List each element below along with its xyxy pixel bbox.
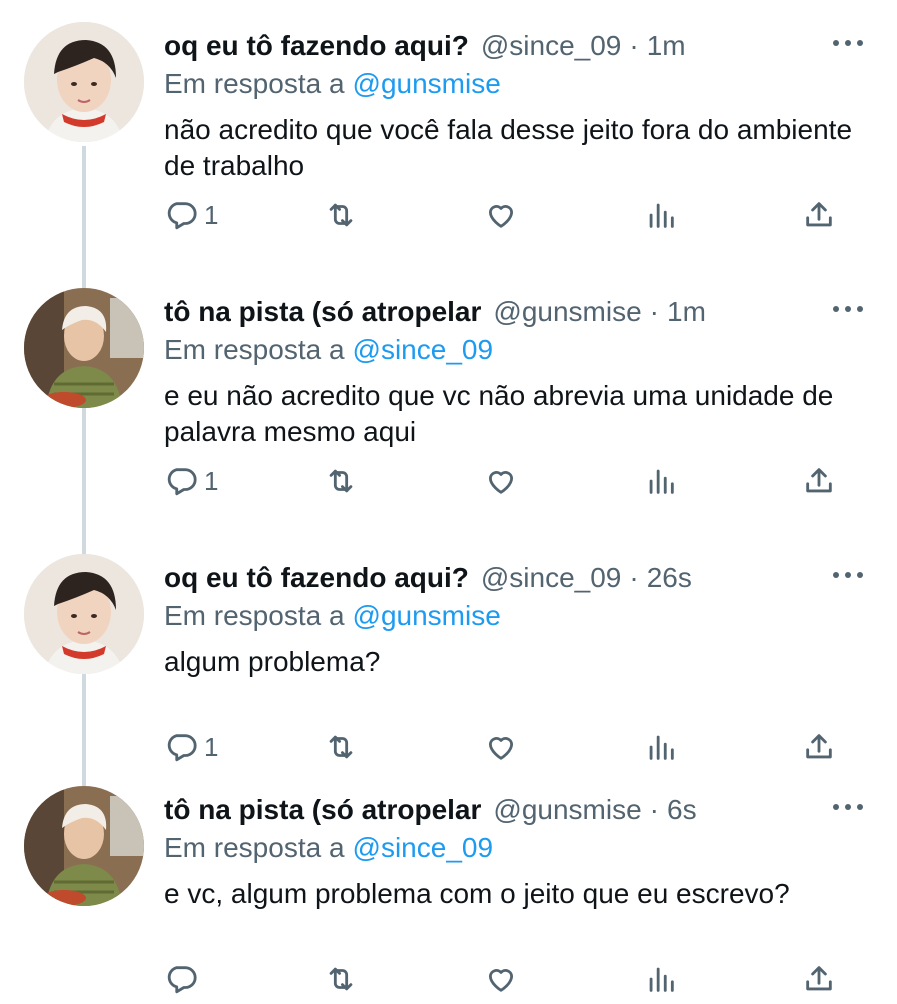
- views-button[interactable]: [644, 190, 678, 240]
- retweet-icon: [329, 203, 353, 227]
- tweet-header: oq eu tô fazendo aqui? @since_09 · 26s: [164, 558, 827, 598]
- tweet-text: e eu não acredito que vc não abrevia uma…: [164, 380, 834, 447]
- tweet[interactable]: tô na pista (só atropelar @gunsmise · 1m…: [0, 266, 897, 506]
- user-handle[interactable]: @gunsmise: [493, 794, 641, 826]
- separator-dot: ·: [629, 562, 639, 593]
- reply-prefix: Em resposta a: [164, 832, 345, 863]
- reply-count: 1: [204, 199, 219, 230]
- retweet-icon: [329, 469, 353, 493]
- like-button[interactable]: [484, 456, 518, 506]
- reply-handle-link[interactable]: @gunsmise: [353, 600, 501, 631]
- share-icon: [806, 202, 832, 227]
- reply-count: 1: [204, 731, 219, 762]
- avatar[interactable]: [24, 22, 144, 142]
- reply-prefix: Em resposta a: [164, 600, 345, 631]
- like-button[interactable]: [484, 190, 518, 240]
- separator-dot: ·: [649, 794, 659, 825]
- views-icon: [649, 469, 674, 494]
- views-button[interactable]: [644, 456, 678, 506]
- share-icon: [806, 734, 832, 759]
- retweet-button[interactable]: [324, 456, 358, 506]
- tweet[interactable]: tô na pista (só atropelar @gunsmise · 6s…: [0, 764, 897, 1004]
- reply-button[interactable]: 1: [164, 190, 218, 240]
- reply-prefix: Em resposta a: [164, 68, 345, 99]
- avatar-b-image: [24, 288, 144, 408]
- avatar-b-image: [24, 786, 144, 906]
- avatar[interactable]: [24, 554, 144, 674]
- reply-thread: oq eu tô fazendo aqui? @since_09 · 1m Em…: [0, 0, 897, 1000]
- tweet-text: não acredito que você fala desse jeito f…: [164, 114, 853, 181]
- reply-prefix: Em resposta a: [164, 334, 345, 365]
- reply-handle-link[interactable]: @since_09: [353, 832, 494, 863]
- tweet-text: e vc, algum problema com o jeito que eu …: [164, 878, 790, 909]
- display-name[interactable]: oq eu tô fazendo aqui?: [164, 30, 469, 62]
- reply-icon: [167, 468, 197, 496]
- more-icon[interactable]: [833, 38, 863, 48]
- display-name[interactable]: tô na pista (só atropelar: [164, 794, 481, 826]
- tweet-header: tô na pista (só atropelar @gunsmise · 1m: [164, 292, 827, 332]
- tweet-actions: 1: [164, 190, 854, 240]
- heart-icon: [488, 969, 514, 992]
- tweet-header: tô na pista (só atropelar @gunsmise · 6s: [164, 790, 827, 830]
- tweet[interactable]: oq eu tô fazendo aqui? @since_09 · 26s E…: [0, 532, 897, 772]
- reply-icon: [167, 734, 197, 762]
- retweet-icon: [329, 967, 353, 991]
- reply-context: Em resposta a @gunsmise: [164, 66, 501, 102]
- heart-icon: [488, 205, 514, 228]
- tweet-header: oq eu tô fazendo aqui? @since_09 · 1m: [164, 26, 827, 66]
- heart-icon: [488, 737, 514, 760]
- avatar[interactable]: [24, 786, 144, 906]
- avatar-a-image: [24, 554, 144, 674]
- share-icon: [806, 966, 832, 991]
- user-handle[interactable]: @gunsmise: [493, 296, 641, 328]
- views-icon: [649, 735, 674, 760]
- tweet[interactable]: oq eu tô fazendo aqui? @since_09 · 1m Em…: [0, 0, 897, 240]
- avatar-a-image: [24, 22, 144, 142]
- reply-count: 1: [204, 465, 219, 496]
- display-name[interactable]: oq eu tô fazendo aqui?: [164, 562, 469, 594]
- heart-icon: [488, 471, 514, 494]
- retweet-button[interactable]: [324, 954, 358, 1004]
- more-icon[interactable]: [833, 570, 863, 580]
- timestamp[interactable]: 26s: [647, 562, 692, 594]
- separator-dot: ·: [629, 30, 639, 61]
- reply-icon: [167, 966, 197, 994]
- reply-icon: [167, 202, 197, 230]
- share-button[interactable]: [802, 954, 836, 1004]
- share-icon: [806, 468, 832, 493]
- retweet-button[interactable]: [324, 190, 358, 240]
- share-button[interactable]: [802, 190, 836, 240]
- reply-context: Em resposta a @since_09: [164, 830, 493, 866]
- timestamp[interactable]: 1m: [647, 30, 686, 62]
- retweet-icon: [329, 735, 353, 759]
- views-button[interactable]: [644, 954, 678, 1004]
- views-icon: [649, 967, 674, 992]
- timestamp[interactable]: 6s: [667, 794, 697, 826]
- reply-context: Em resposta a @since_09: [164, 332, 493, 368]
- timestamp[interactable]: 1m: [667, 296, 706, 328]
- tweet-text: algum problema?: [164, 646, 381, 677]
- reply-button[interactable]: 1: [164, 456, 218, 506]
- separator-dot: ·: [649, 296, 659, 327]
- like-button[interactable]: [484, 954, 518, 1004]
- display-name[interactable]: tô na pista (só atropelar: [164, 296, 481, 328]
- more-icon[interactable]: [833, 802, 863, 812]
- tweet-actions: 1: [164, 456, 854, 506]
- reply-handle-link[interactable]: @since_09: [353, 334, 494, 365]
- user-handle[interactable]: @since_09: [481, 562, 622, 594]
- share-button[interactable]: [802, 456, 836, 506]
- avatar[interactable]: [24, 288, 144, 408]
- more-icon[interactable]: [833, 304, 863, 314]
- views-icon: [649, 203, 674, 228]
- tweet-actions: [164, 954, 854, 1004]
- reply-button[interactable]: [164, 954, 204, 1004]
- reply-context: Em resposta a @gunsmise: [164, 598, 501, 634]
- reply-handle-link[interactable]: @gunsmise: [353, 68, 501, 99]
- user-handle[interactable]: @since_09: [481, 30, 622, 62]
